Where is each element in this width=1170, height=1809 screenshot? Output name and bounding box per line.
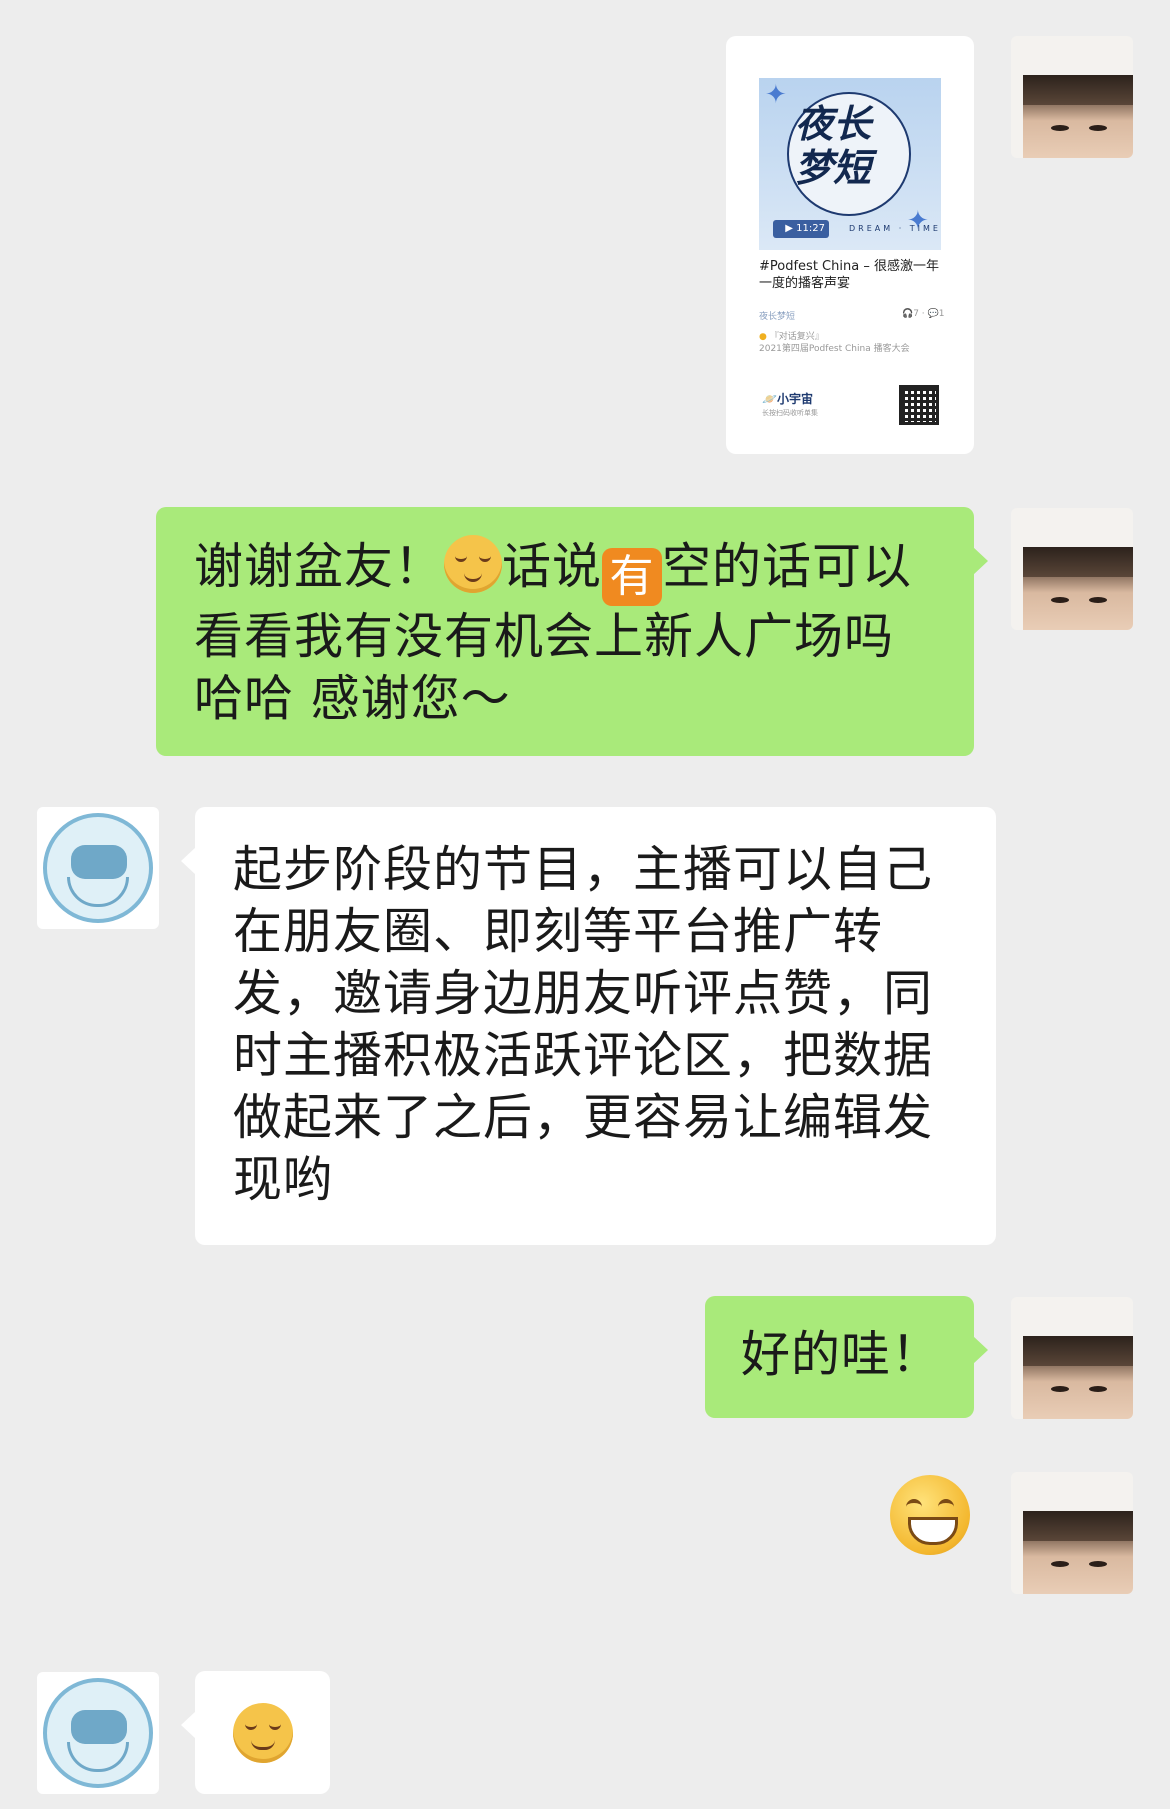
cover-title: 夜长梦短 (795, 101, 872, 190)
event-name: 2021第四届Podfest China 播客大会 (759, 344, 910, 354)
qr-code-icon (899, 385, 939, 425)
podcast-share-card[interactable]: ✦ ✦ 夜长梦短 ▶ 11:27 DREAM · TIME #Podfest C… (726, 36, 974, 454)
podcast-cover-image: ✦ ✦ 夜长梦短 ▶ 11:27 DREAM · TIME (759, 78, 941, 250)
message-bubble-other[interactable] (181, 1671, 330, 1794)
user-avatar[interactable] (1011, 36, 1133, 158)
relieved-face-emoji-icon (444, 535, 503, 593)
user-avatar[interactable] (1011, 1297, 1133, 1419)
message-bubble-self[interactable]: 好的哇！ (705, 1296, 988, 1418)
smiling-blush-emoji-icon (233, 1703, 293, 1763)
bot-avatar[interactable] (37, 807, 159, 929)
sparkle-icon: ✦ (765, 80, 787, 110)
user-avatar-photo-icon (1023, 547, 1133, 630)
brand-logo: 🪐小宇宙 (762, 392, 813, 406)
you-badge-emoji-icon: 有 (602, 548, 663, 606)
cover-tagline: DREAM · TIME (849, 224, 941, 233)
user-avatar[interactable] (1011, 508, 1133, 630)
message-bubble-other[interactable]: 起步阶段的节目，主播可以自己在朋友圈、即刻等平台推广转发，邀请身边朋友听评点赞，… (181, 807, 996, 1245)
episode-description: #Podfest China – 很感激一年一度的播客声宴 (759, 259, 939, 291)
user-avatar[interactable] (1011, 1472, 1133, 1594)
episode-stats: 🎧7 · 💬1 (902, 309, 945, 319)
user-avatar-photo-icon (1023, 75, 1133, 158)
planet-icon: 🪐 (762, 392, 777, 406)
user-avatar-photo-icon (1023, 1511, 1133, 1594)
brand-subtitle: 长按扫码收听单集 (762, 409, 818, 417)
grinning-squint-sticker-icon[interactable] (890, 1475, 970, 1555)
user-avatar-photo-icon (1023, 1336, 1133, 1419)
show-name: 夜长梦短 (759, 312, 796, 322)
play-icon: ▶ (785, 223, 797, 234)
message-bubble-self[interactable]: 谢谢盆友！ 话说有空的话可以看看我有没有机会上新人广场吗哈哈 感谢您～ (156, 507, 988, 756)
bot-avatar[interactable] (37, 1672, 159, 1794)
play-duration-badge[interactable]: ▶ 11:27 (773, 220, 829, 238)
